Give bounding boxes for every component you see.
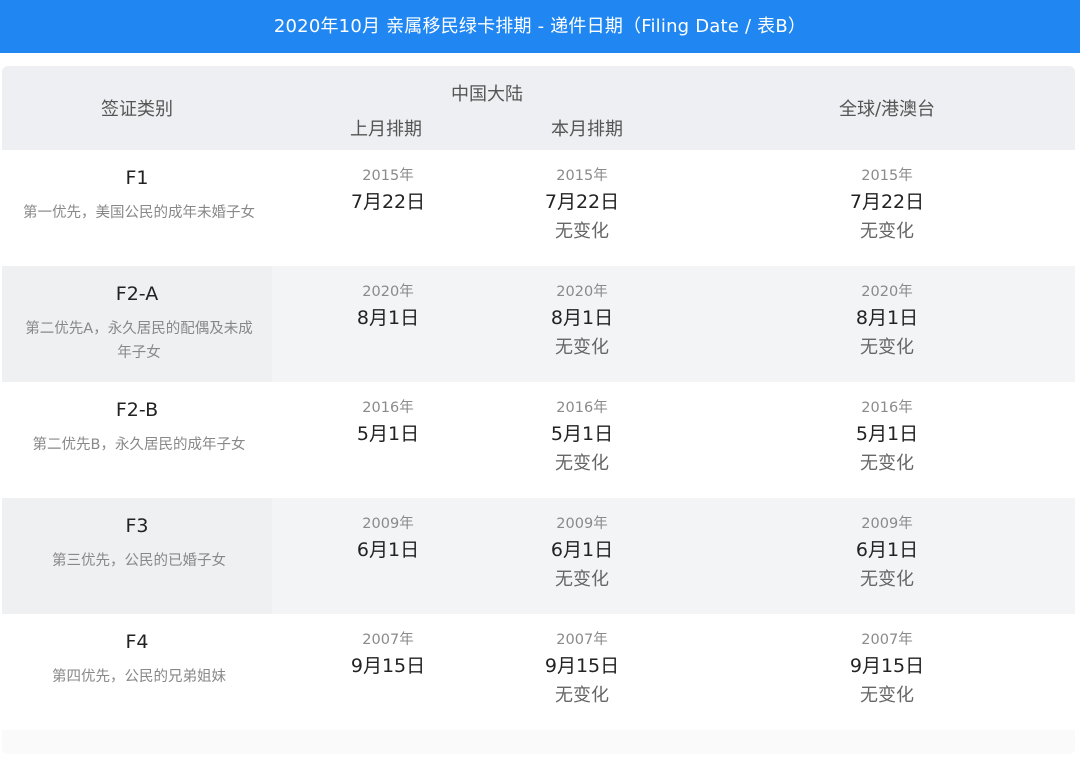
date-month-day: 6月1日 — [356, 539, 420, 561]
header-last-month: 上月排期 — [350, 119, 422, 140]
visa-category-desc: 第三优先，公民的已婚子女 — [52, 553, 226, 569]
change-status: 无变化 — [860, 221, 914, 242]
this-month-date: 2007年 9月15日 无变化 — [482, 629, 682, 711]
date-year: 2009年 — [556, 516, 608, 532]
date-month-day: 6月1日 — [550, 539, 614, 561]
date-year: 2015年 — [861, 168, 913, 184]
last-month-date: 2007年 9月15日 — [288, 629, 488, 681]
this-month-date: 2020年 8月1日 无变化 — [482, 281, 682, 363]
date-year: 2015年 — [556, 168, 608, 184]
table-header: 签证类别 中国大陆 上月排期 本月排期 全球/港澳台 — [2, 66, 1075, 150]
header-this-month: 本月排期 — [551, 119, 623, 140]
priority-date-table: 签证类别 中国大陆 上月排期 本月排期 全球/港澳台 F1 第一优先，美国公民的… — [2, 66, 1075, 754]
visa-category-code: F1 — [125, 167, 149, 189]
date-month-day: 9月15日 — [350, 655, 426, 677]
visa-category-desc: 第四优先，公民的兄弟姐妹 — [52, 669, 226, 685]
global-date: 2015年 7月22日 无变化 — [787, 165, 987, 247]
date-year: 2007年 — [556, 632, 608, 648]
visa-category-code: F2-B — [115, 399, 159, 421]
visa-category-desc: 第一优先，美国公民的成年未婚子女 — [23, 205, 255, 221]
table-row: F2-A 第二优先A，永久居民的配偶及未成年子女 2020年 8月1日 2020… — [2, 266, 1075, 382]
change-status: 无变化 — [555, 453, 609, 474]
date-year: 2020年 — [556, 284, 608, 300]
date-year: 2007年 — [362, 632, 414, 648]
page-title: 2020年10月 亲属移民绿卡排期 - 递件日期（Filing Date / 表… — [0, 0, 1080, 53]
date-year: 2015年 — [362, 168, 414, 184]
date-month-day: 9月15日 — [544, 655, 620, 677]
date-month-day: 8月1日 — [550, 307, 614, 329]
table-row: F3 第三优先，公民的已婚子女 2009年 6月1日 2009年 6月1日 无变… — [2, 498, 1075, 614]
global-date: 2009年 6月1日 无变化 — [787, 513, 987, 595]
visa-category-desc: 第二优先B，永久居民的成年子女 — [32, 437, 246, 453]
table-row: F1 第一优先，美国公民的成年未婚子女 2015年 7月22日 2015年 7月… — [2, 150, 1075, 266]
global-date: 2007年 9月15日 无变化 — [787, 629, 987, 711]
change-status: 无变化 — [555, 221, 609, 242]
date-month-day: 9月15日 — [849, 655, 925, 677]
date-year: 2009年 — [362, 516, 414, 532]
visa-category-code: F4 — [125, 631, 149, 653]
change-status: 无变化 — [555, 337, 609, 358]
header-mainland: 中国大陆 — [451, 84, 523, 105]
date-year: 2007年 — [861, 632, 913, 648]
visa-category-code: F2-A — [115, 283, 159, 305]
date-month-day: 7月22日 — [544, 191, 620, 213]
this-month-date: 2009年 6月1日 无变化 — [482, 513, 682, 595]
this-month-date: 2016年 5月1日 无变化 — [482, 397, 682, 479]
last-month-date: 2016年 5月1日 — [288, 397, 488, 449]
change-status: 无变化 — [860, 337, 914, 358]
date-year: 2020年 — [861, 284, 913, 300]
change-status: 无变化 — [860, 685, 914, 706]
change-status: 无变化 — [555, 685, 609, 706]
date-month-day: 7月22日 — [350, 191, 426, 213]
date-month-day: 5月1日 — [550, 423, 614, 445]
header-category: 签证类别 — [101, 99, 173, 120]
date-year: 2016年 — [362, 400, 414, 416]
date-month-day: 6月1日 — [855, 539, 919, 561]
this-month-date: 2015年 7月22日 无变化 — [482, 165, 682, 247]
change-status: 无变化 — [860, 569, 914, 590]
date-year: 2009年 — [861, 516, 913, 532]
global-date: 2020年 8月1日 无变化 — [787, 281, 987, 363]
date-year: 2020年 — [362, 284, 414, 300]
last-month-date: 2009年 6月1日 — [288, 513, 488, 565]
visa-category-desc: 第二优先A，永久居民的配偶及未成年子女 — [25, 321, 253, 361]
last-month-date: 2015年 7月22日 — [288, 165, 488, 217]
table-row: F4 第四优先，公民的兄弟姐妹 2007年 9月15日 2007年 9月15日 … — [2, 614, 1075, 730]
change-status: 无变化 — [860, 453, 914, 474]
last-month-date: 2020年 8月1日 — [288, 281, 488, 333]
visa-category-code: F3 — [125, 515, 149, 537]
table-row: F2-B 第二优先B，永久居民的成年子女 2016年 5月1日 2016年 5月… — [2, 382, 1075, 498]
date-year: 2016年 — [556, 400, 608, 416]
global-date: 2016年 5月1日 无变化 — [787, 397, 987, 479]
change-status: 无变化 — [555, 569, 609, 590]
date-month-day: 5月1日 — [855, 423, 919, 445]
header-global: 全球/港澳台 — [838, 99, 936, 120]
date-month-day: 5月1日 — [356, 423, 420, 445]
date-month-day: 8月1日 — [855, 307, 919, 329]
date-year: 2016年 — [861, 400, 913, 416]
date-month-day: 8月1日 — [356, 307, 420, 329]
date-month-day: 7月22日 — [849, 191, 925, 213]
